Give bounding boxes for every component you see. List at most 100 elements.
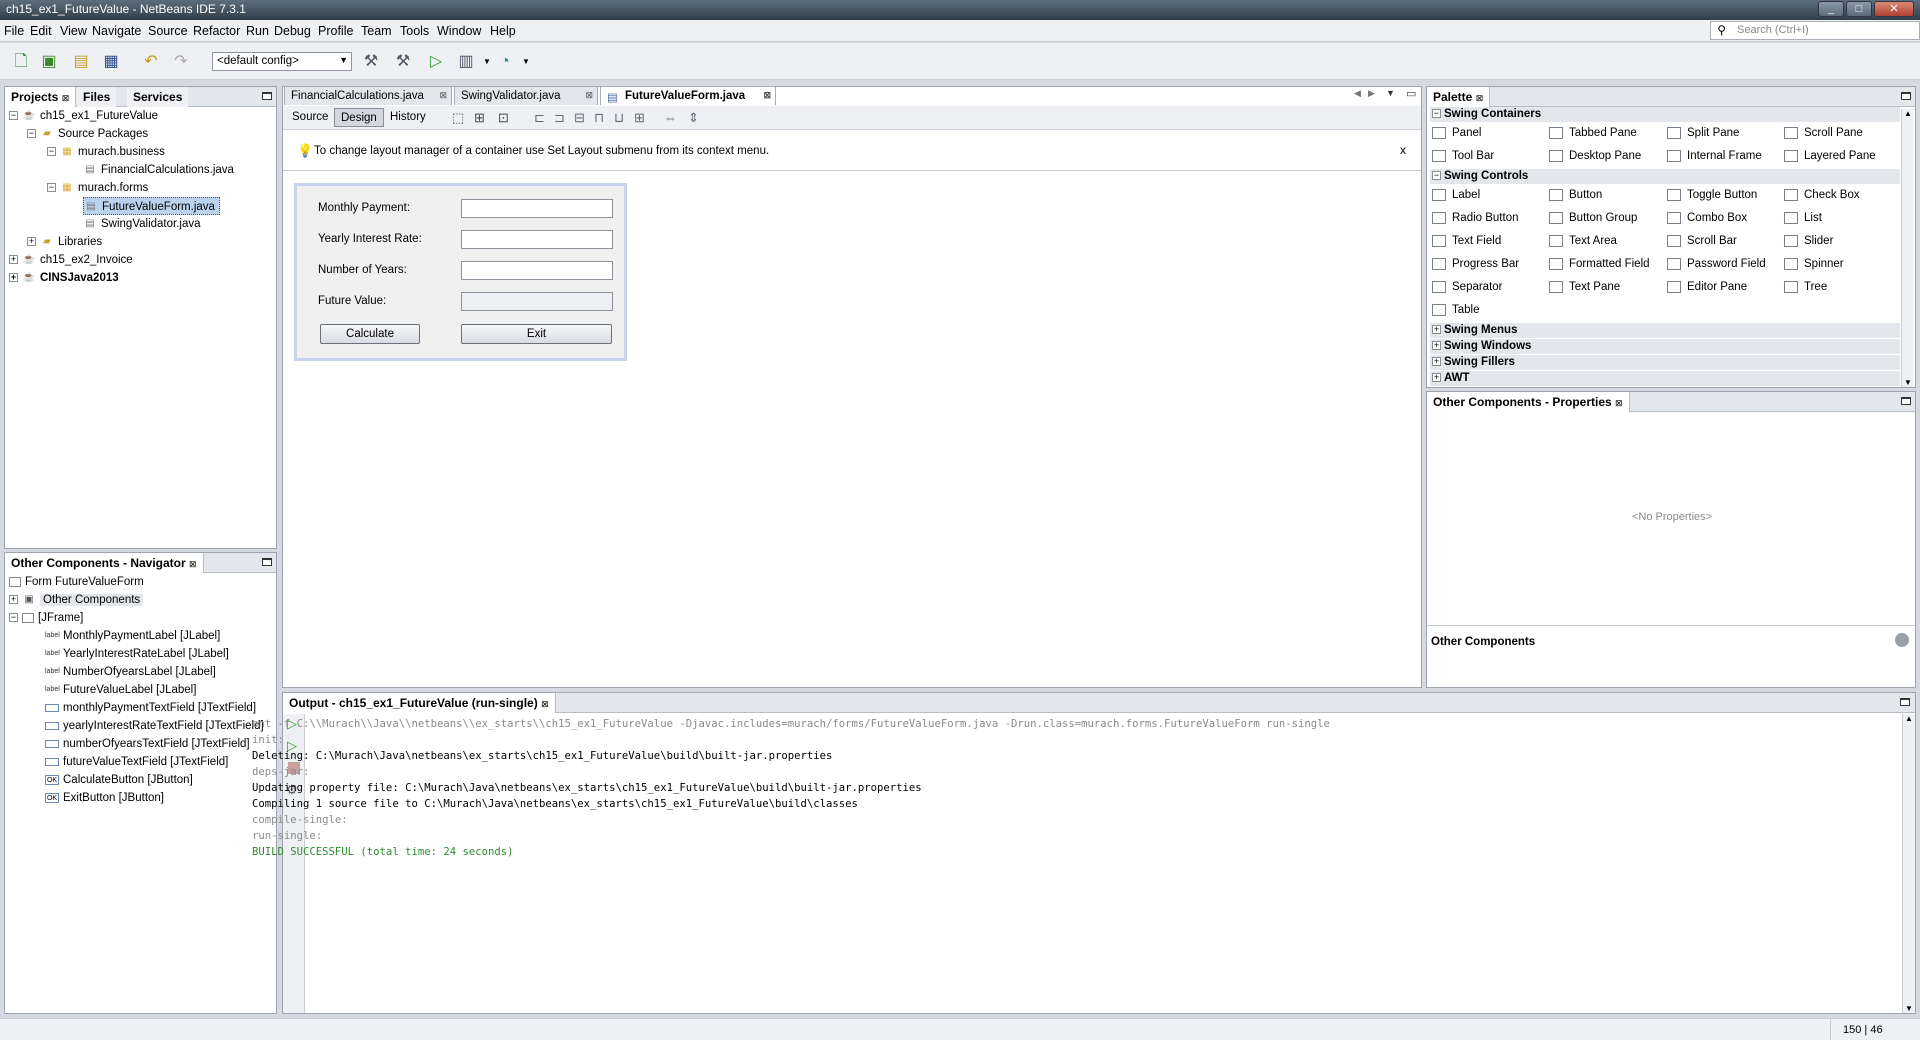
tab-services[interactable]: Services (127, 87, 189, 107)
menu-run[interactable]: Run (246, 24, 269, 38)
minimize-icon[interactable] (1901, 92, 1911, 100)
maximize-icon[interactable]: □ (1846, 1, 1872, 17)
open-project-icon[interactable]: ▤ (70, 51, 92, 73)
palette-scrollbar[interactable]: ▲ ▼ (1901, 109, 1913, 387)
palette-item[interactable]: Table (1432, 301, 1480, 319)
future-value-label[interactable]: Future Value: (318, 295, 386, 307)
close-tab-icon[interactable]: ⊠ (585, 90, 593, 101)
resize-vertical-icon[interactable]: ⇕ (688, 110, 699, 126)
tab-palette[interactable]: Palette ⊠ (1427, 87, 1491, 107)
tree-item-package-business[interactable]: − ▦ murach.business (47, 143, 165, 161)
new-project-icon[interactable]: ▣ (38, 51, 60, 73)
scroll-tabs-left-icon[interactable]: ◀ (1354, 88, 1361, 99)
search-input[interactable]: Search (Ctrl+I) (1710, 21, 1920, 40)
close-icon[interactable]: ⊠ (1615, 398, 1623, 408)
tree-item-project-main[interactable]: + ☕ CINSJava2013 (9, 269, 119, 287)
new-file-icon[interactable]: 🗋 (10, 51, 32, 73)
tree-item-libraries[interactable]: + ▰ Libraries (27, 233, 102, 251)
output-scrollbar[interactable]: ▲ ▼ (1902, 714, 1915, 1013)
nav-item[interactable]: monthlyPaymentTextField [JTextField] (45, 699, 256, 717)
palette-item[interactable]: Toggle Button (1667, 186, 1757, 204)
monthly-payment-field[interactable] (461, 199, 613, 218)
align-bottom-icon[interactable]: ⊔ (614, 110, 624, 126)
minimize-icon[interactable] (1900, 698, 1910, 706)
palette-item[interactable]: Layered Pane (1784, 147, 1876, 165)
tab-futurevalueform[interactable]: ▤ FutureValueForm.java ⊠ (600, 86, 776, 105)
scroll-down-icon[interactable]: ▼ (1905, 1004, 1913, 1013)
menu-file[interactable]: File (4, 24, 24, 38)
monthly-payment-label[interactable]: Monthly Payment: (318, 202, 410, 214)
palette-item[interactable]: Desktop Pane (1549, 147, 1641, 165)
tab-navigator[interactable]: Other Components - Navigator ⊠ (5, 553, 204, 573)
minimize-icon[interactable]: _ (1818, 1, 1844, 17)
close-icon[interactable]: ⊠ (541, 699, 549, 709)
menu-tools[interactable]: Tools (400, 24, 429, 38)
number-of-years-field[interactable] (461, 261, 613, 280)
selection-mode-icon[interactable]: ⬚ (452, 110, 464, 126)
profile-dropdown-icon[interactable]: ▼ (515, 51, 537, 73)
palette-item[interactable]: Spinner (1784, 255, 1844, 273)
hint-close-button[interactable]: x (1400, 143, 1406, 157)
palette-item[interactable]: Slider (1784, 232, 1833, 250)
palette-section-containers[interactable]: − Swing Containers (1430, 107, 1900, 122)
tab-files[interactable]: Files (77, 87, 117, 107)
palette-item[interactable]: Scroll Bar (1667, 232, 1737, 250)
palette-item[interactable]: Scroll Pane (1784, 124, 1863, 142)
palette-item[interactable]: Check Box (1784, 186, 1860, 204)
nav-item[interactable]: numberOfyearsTextField [JTextField] (45, 735, 250, 753)
profile-icon[interactable]: ◔ (494, 51, 516, 73)
align-top-icon[interactable]: ⊓ (594, 110, 604, 126)
nav-item-other-components[interactable]: + ▣ Other Components (9, 591, 144, 609)
center-horizontal-icon[interactable]: ⊟ (574, 110, 585, 126)
palette-item[interactable]: Button Group (1549, 209, 1637, 227)
tree-item-file[interactable]: ▤ FinancialCalculations.java (83, 161, 234, 179)
palette-section-windows[interactable]: + Swing Windows (1430, 339, 1900, 354)
close-tab-icon[interactable]: ⊠ (763, 90, 771, 101)
nav-item[interactable]: OK CalculateButton [JButton] (45, 771, 193, 789)
palette-item[interactable]: Text Pane (1549, 278, 1620, 296)
menu-edit[interactable]: Edit (30, 24, 52, 38)
clean-build-icon[interactable]: ⚒ (392, 51, 414, 73)
minimize-icon[interactable] (1901, 397, 1911, 405)
yearly-interest-rate-label[interactable]: Yearly Interest Rate: (318, 233, 422, 245)
tree-item-package-forms[interactable]: − ▦ murach.forms (47, 179, 148, 197)
palette-section-controls[interactable]: − Swing Controls (1430, 169, 1900, 184)
mode-history[interactable]: History (384, 108, 432, 127)
close-icon[interactable]: ⊠ (1476, 93, 1484, 103)
tree-item-file-selected[interactable]: ▤ FutureValueForm.java (83, 197, 220, 215)
nav-item[interactable]: OK ExitButton [JButton] (45, 789, 164, 807)
palette-item[interactable]: Text Field (1432, 232, 1501, 250)
palette-item[interactable]: Tool Bar (1432, 147, 1494, 165)
nav-item[interactable]: yearlyInterestRateTextField [JTextField] (45, 717, 264, 735)
palette-item[interactable]: Separator (1432, 278, 1503, 296)
save-all-icon[interactable]: ▦ (100, 51, 122, 73)
menu-window[interactable]: Window (437, 24, 481, 38)
palette-item[interactable]: Editor Pane (1667, 278, 1747, 296)
resize-horizontal-icon[interactable]: ⇔ (664, 110, 677, 125)
build-icon[interactable]: ⚒ (360, 51, 382, 73)
preview-design-icon[interactable]: ⊡ (498, 110, 509, 126)
palette-item[interactable]: Radio Button (1432, 209, 1519, 227)
future-value-field[interactable] (461, 292, 613, 311)
palette-item[interactable]: Button (1549, 186, 1602, 204)
palette-item[interactable]: Password Field (1667, 255, 1766, 273)
undo-icon[interactable]: ↶ (140, 51, 162, 73)
palette-item[interactable]: List (1784, 209, 1822, 227)
palette-item[interactable]: Progress Bar (1432, 255, 1519, 273)
menu-navigate[interactable]: Navigate (92, 24, 141, 38)
nav-item-jframe[interactable]: − [JFrame] (9, 609, 83, 627)
redo-icon[interactable]: ↷ (170, 51, 192, 73)
connection-mode-icon[interactable]: ⊞ (474, 110, 485, 126)
tab-list-icon[interactable]: ▼ (1386, 88, 1395, 98)
nav-item[interactable]: label NumberOfyearsLabel [JLabel] (45, 663, 216, 681)
nav-item-form[interactable]: Form FutureValueForm (9, 573, 144, 591)
config-select[interactable]: <default config> ▼ (212, 52, 352, 71)
palette-item[interactable]: Panel (1432, 124, 1481, 142)
help-icon[interactable] (1895, 633, 1909, 647)
maximize-editor-icon[interactable]: ▭ (1406, 87, 1416, 100)
tree-item-source-packages[interactable]: − ▰ Source Packages (27, 125, 148, 143)
mode-design[interactable]: Design (334, 108, 384, 127)
nav-item[interactable]: futureValueTextField [JTextField] (45, 753, 228, 771)
palette-item[interactable]: Tabbed Pane (1549, 124, 1637, 142)
palette-item[interactable]: Internal Frame (1667, 147, 1762, 165)
